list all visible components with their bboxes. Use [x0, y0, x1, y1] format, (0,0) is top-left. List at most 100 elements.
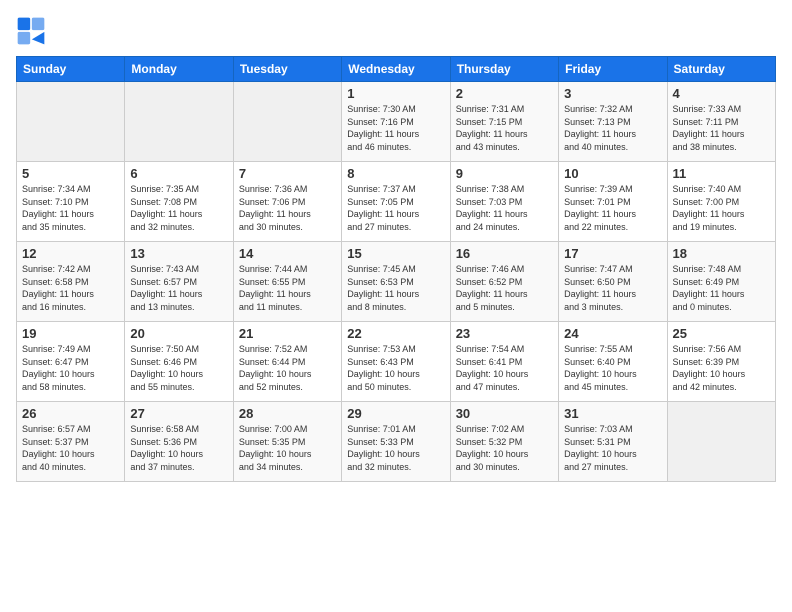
- day-info: Sunrise: 7:52 AM Sunset: 6:44 PM Dayligh…: [239, 343, 336, 393]
- logo: [16, 16, 50, 46]
- day-info: Sunrise: 7:35 AM Sunset: 7:08 PM Dayligh…: [130, 183, 227, 233]
- day-info: Sunrise: 7:36 AM Sunset: 7:06 PM Dayligh…: [239, 183, 336, 233]
- day-info: Sunrise: 7:46 AM Sunset: 6:52 PM Dayligh…: [456, 263, 553, 313]
- day-cell: 12Sunrise: 7:42 AM Sunset: 6:58 PM Dayli…: [17, 242, 125, 322]
- day-number: 16: [456, 246, 553, 261]
- week-row-3: 12Sunrise: 7:42 AM Sunset: 6:58 PM Dayli…: [17, 242, 776, 322]
- header: [16, 16, 776, 46]
- day-info: Sunrise: 7:30 AM Sunset: 7:16 PM Dayligh…: [347, 103, 444, 153]
- day-cell: 7 Sunrise: 7:36 AM Sunset: 7:06 PM Daylig…: [233, 162, 341, 242]
- day-cell: [17, 82, 125, 162]
- day-number: 27: [130, 406, 227, 421]
- day-info: Sunrise: 7:48 AM Sunset: 6:49 PM Dayligh…: [673, 263, 770, 313]
- day-number: 17: [564, 246, 661, 261]
- col-header-thursday: Thursday: [450, 57, 558, 82]
- day-cell: 5Sunrise: 7:34 AM Sunset: 7:10 PM Daylig…: [17, 162, 125, 242]
- day-cell: 1 Sunrise: 7:30 AM Sunset: 7:16 PM Daylig…: [342, 82, 450, 162]
- col-header-wednesday: Wednesday: [342, 57, 450, 82]
- day-cell: [125, 82, 233, 162]
- day-cell: 6 Sunrise: 7:35 AM Sunset: 7:08 PM Daylig…: [125, 162, 233, 242]
- day-cell: 3 Sunrise: 7:32 AM Sunset: 7:13 PM Daylig…: [559, 82, 667, 162]
- day-cell: 11 Sunrise: 7:40 AM Sunset: 7:00 PM Dayli…: [667, 162, 775, 242]
- day-number: 30: [456, 406, 553, 421]
- day-info: Sunrise: 7:53 AM Sunset: 6:43 PM Dayligh…: [347, 343, 444, 393]
- day-cell: [667, 402, 775, 482]
- day-number: 23: [456, 326, 553, 341]
- day-number: 2: [456, 86, 553, 101]
- day-cell: 30 Sunrise: 7:02 AM Sunset: 5:32 PM Dayli…: [450, 402, 558, 482]
- day-info: Sunrise: 7:02 AM Sunset: 5:32 PM Dayligh…: [456, 423, 553, 473]
- col-header-sunday: Sunday: [17, 57, 125, 82]
- day-info: Sunrise: 6:58 AM Sunset: 5:36 PM Dayligh…: [130, 423, 227, 473]
- day-cell: 31 Sunrise: 7:03 AM Sunset: 5:31 PM Dayli…: [559, 402, 667, 482]
- day-cell: 19 Sunrise: 7:49 AM Sunset: 6:47 PM Dayli…: [17, 322, 125, 402]
- day-cell: 23Sunrise: 7:54 AM Sunset: 6:41 PM Dayli…: [450, 322, 558, 402]
- day-info: Sunrise: 7:55 AM Sunset: 6:40 PM Dayligh…: [564, 343, 661, 393]
- day-cell: 26 Sunrise: 6:57 AM Sunset: 5:37 PM Dayli…: [17, 402, 125, 482]
- day-cell: 9 Sunrise: 7:38 AM Sunset: 7:03 PM Daylig…: [450, 162, 558, 242]
- day-info: Sunrise: 7:00 AM Sunset: 5:35 PM Dayligh…: [239, 423, 336, 473]
- day-info: Sunrise: 7:43 AM Sunset: 6:57 PM Dayligh…: [130, 263, 227, 313]
- day-number: 18: [673, 246, 770, 261]
- day-cell: 13 Sunrise: 7:43 AM Sunset: 6:57 PM Dayli…: [125, 242, 233, 322]
- day-info: Sunrise: 7:56 AM Sunset: 6:39 PM Dayligh…: [673, 343, 770, 393]
- day-number: 11: [673, 166, 770, 181]
- day-cell: 25 Sunrise: 7:56 AM Sunset: 6:39 PM Dayli…: [667, 322, 775, 402]
- day-info: Sunrise: 7:49 AM Sunset: 6:47 PM Dayligh…: [22, 343, 119, 393]
- day-cell: 28 Sunrise: 7:00 AM Sunset: 5:35 PM Dayli…: [233, 402, 341, 482]
- day-number: 13: [130, 246, 227, 261]
- day-number: 21: [239, 326, 336, 341]
- col-header-friday: Friday: [559, 57, 667, 82]
- day-info: Sunrise: 6:57 AM Sunset: 5:37 PM Dayligh…: [22, 423, 119, 473]
- day-number: 19: [22, 326, 119, 341]
- day-number: 22: [347, 326, 444, 341]
- day-number: 7: [239, 166, 336, 181]
- day-info: Sunrise: 7:34 AM Sunset: 7:10 PM Dayligh…: [22, 183, 119, 233]
- day-info: Sunrise: 7:37 AM Sunset: 7:05 PM Dayligh…: [347, 183, 444, 233]
- page: SundayMondayTuesdayWednesdayThursdayFrid…: [0, 0, 792, 612]
- calendar-table: SundayMondayTuesdayWednesdayThursdayFrid…: [16, 56, 776, 482]
- day-number: 14: [239, 246, 336, 261]
- col-header-saturday: Saturday: [667, 57, 775, 82]
- day-info: Sunrise: 7:38 AM Sunset: 7:03 PM Dayligh…: [456, 183, 553, 233]
- day-cell: 8 Sunrise: 7:37 AM Sunset: 7:05 PM Daylig…: [342, 162, 450, 242]
- day-cell: 27 Sunrise: 6:58 AM Sunset: 5:36 PM Dayli…: [125, 402, 233, 482]
- logo-icon: [16, 16, 46, 46]
- col-header-tuesday: Tuesday: [233, 57, 341, 82]
- day-cell: 4 Sunrise: 7:33 AM Sunset: 7:11 PM Daylig…: [667, 82, 775, 162]
- day-number: 6: [130, 166, 227, 181]
- day-cell: 18 Sunrise: 7:48 AM Sunset: 6:49 PM Dayli…: [667, 242, 775, 322]
- day-number: 28: [239, 406, 336, 421]
- week-row-2: 5Sunrise: 7:34 AM Sunset: 7:10 PM Daylig…: [17, 162, 776, 242]
- day-number: 29: [347, 406, 444, 421]
- day-number: 8: [347, 166, 444, 181]
- day-cell: 10 Sunrise: 7:39 AM Sunset: 7:01 PM Dayli…: [559, 162, 667, 242]
- week-row-5: 26 Sunrise: 6:57 AM Sunset: 5:37 PM Dayli…: [17, 402, 776, 482]
- day-cell: 15Sunrise: 7:45 AM Sunset: 6:53 PM Dayli…: [342, 242, 450, 322]
- day-number: 31: [564, 406, 661, 421]
- day-number: 3: [564, 86, 661, 101]
- day-info: Sunrise: 7:40 AM Sunset: 7:00 PM Dayligh…: [673, 183, 770, 233]
- day-info: Sunrise: 7:39 AM Sunset: 7:01 PM Dayligh…: [564, 183, 661, 233]
- week-row-1: 1 Sunrise: 7:30 AM Sunset: 7:16 PM Daylig…: [17, 82, 776, 162]
- day-number: 25: [673, 326, 770, 341]
- day-info: Sunrise: 7:50 AM Sunset: 6:46 PM Dayligh…: [130, 343, 227, 393]
- day-info: Sunrise: 7:44 AM Sunset: 6:55 PM Dayligh…: [239, 263, 336, 313]
- day-number: 4: [673, 86, 770, 101]
- day-cell: [233, 82, 341, 162]
- day-number: 12: [22, 246, 119, 261]
- day-cell: 14 Sunrise: 7:44 AM Sunset: 6:55 PM Dayli…: [233, 242, 341, 322]
- day-number: 26: [22, 406, 119, 421]
- day-cell: 16 Sunrise: 7:46 AM Sunset: 6:52 PM Dayli…: [450, 242, 558, 322]
- day-info: Sunrise: 7:32 AM Sunset: 7:13 PM Dayligh…: [564, 103, 661, 153]
- day-info: Sunrise: 7:03 AM Sunset: 5:31 PM Dayligh…: [564, 423, 661, 473]
- day-number: 10: [564, 166, 661, 181]
- day-cell: 24 Sunrise: 7:55 AM Sunset: 6:40 PM Dayli…: [559, 322, 667, 402]
- day-number: 24: [564, 326, 661, 341]
- day-number: 9: [456, 166, 553, 181]
- day-number: 1: [347, 86, 444, 101]
- day-info: Sunrise: 7:33 AM Sunset: 7:11 PM Dayligh…: [673, 103, 770, 153]
- day-info: Sunrise: 7:45 AM Sunset: 6:53 PM Dayligh…: [347, 263, 444, 313]
- day-cell: 2Sunrise: 7:31 AM Sunset: 7:15 PM Daylig…: [450, 82, 558, 162]
- day-cell: 21 Sunrise: 7:52 AM Sunset: 6:44 PM Dayli…: [233, 322, 341, 402]
